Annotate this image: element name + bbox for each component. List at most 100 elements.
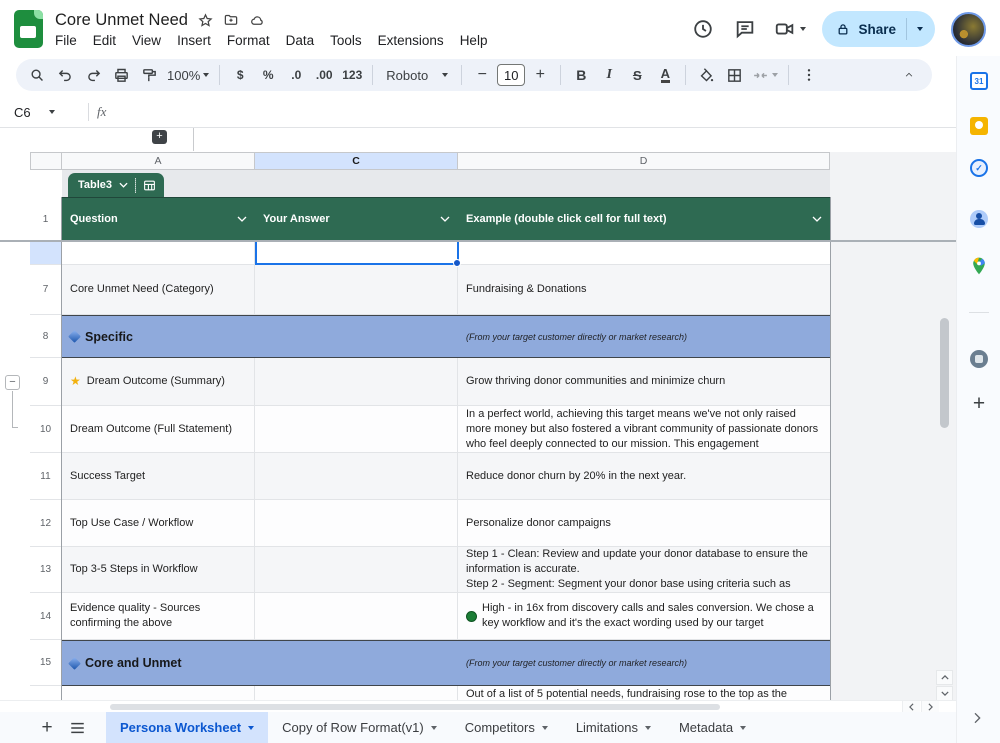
vertical-scrollbar[interactable] [940,318,949,428]
scroll-up-button[interactable] [936,670,953,685]
chevron-down-icon[interactable] [812,216,822,222]
row-header-13[interactable]: 13 [30,547,62,593]
increase-decimals-button[interactable]: .00 [311,62,337,88]
redo-icon[interactable] [80,62,106,88]
font-select[interactable]: Roboto [380,62,454,88]
zoom-select[interactable]: 100% [164,62,212,88]
row-header-14[interactable]: 14 [30,593,62,640]
menu-insert[interactable]: Insert [177,33,211,48]
italic-button[interactable]: I [596,62,622,88]
menu-format[interactable]: Format [227,33,270,48]
chevron-down-icon[interactable] [237,216,247,222]
tab-menu-icon[interactable] [248,726,254,730]
avatar[interactable] [951,12,986,47]
maps-icon[interactable] [969,256,989,276]
version-history-icon[interactable] [690,16,716,42]
tab-metadata[interactable]: Metadata [665,712,760,743]
column-header-c[interactable]: C [255,152,458,170]
row-header-7[interactable]: 7 [30,265,62,315]
table-row-9: ★Dream Outcome (Summary) Grow thriving d… [62,358,830,406]
increase-font-size-button[interactable]: + [527,62,553,88]
menu-view[interactable]: View [132,33,161,48]
decrease-decimals-button[interactable]: .0 [283,62,309,88]
format-currency-button[interactable]: $ [227,62,253,88]
search-icon[interactable] [24,62,50,88]
menu-data[interactable]: Data [286,33,315,48]
horizontal-scrollbar[interactable] [110,704,720,710]
row-header-8[interactable]: 8 [30,315,62,358]
collapse-toolbar-icon[interactable] [896,62,922,88]
cloud-status-icon[interactable] [249,13,266,28]
tab-menu-icon[interactable] [542,726,548,730]
row-header-16[interactable] [30,686,62,700]
bold-button[interactable]: B [568,62,594,88]
decrease-font-size-button[interactable]: − [469,62,495,88]
header-cell-question[interactable]: Question [62,198,255,240]
undo-icon[interactable] [52,62,78,88]
document-title[interactable]: Core Unmet Need [55,11,188,30]
table-row-15-banner[interactable]: Core and Unmet (From your target custome… [62,640,830,686]
menu-extensions[interactable]: Extensions [378,33,444,48]
menu-edit[interactable]: Edit [93,33,116,48]
print-icon[interactable] [108,62,134,88]
table-chip[interactable]: Table3 [68,173,164,197]
row-header-6[interactable] [30,242,62,265]
calendar-icon[interactable]: 31 [969,71,989,91]
text-color-button[interactable]: A [661,67,670,83]
all-sheets-icon[interactable] [62,722,92,734]
sheets-logo[interactable] [14,10,43,48]
menu-file[interactable]: File [55,33,77,48]
select-all-corner[interactable] [30,152,62,170]
move-folder-icon[interactable] [223,13,239,28]
menu-help[interactable]: Help [460,33,488,48]
format-percent-button[interactable]: % [255,62,281,88]
formula-input[interactable] [106,97,956,127]
add-column-button[interactable]: + [152,130,167,144]
contacts-icon[interactable] [969,209,989,229]
fill-handle[interactable] [453,259,461,267]
addon-icon[interactable] [969,349,989,369]
star-icon[interactable] [198,13,213,28]
tab-menu-icon[interactable] [431,726,437,730]
tab-competitors[interactable]: Competitors [451,712,562,743]
tab-copy-of-row-format[interactable]: Copy of Row Format(v1) [268,712,451,743]
menu-tools[interactable]: Tools [330,33,362,48]
add-sheet-button[interactable]: + [32,717,62,739]
share-dropdown-icon[interactable] [917,27,923,31]
frozen-row-divider[interactable] [0,240,956,242]
comments-icon[interactable] [732,16,758,42]
row-header-11[interactable]: 11 [30,453,62,500]
tab-persona-worksheet[interactable]: Persona Worksheet [106,712,268,743]
chevron-down-icon[interactable] [440,216,450,222]
strikethrough-button[interactable]: S [624,62,650,88]
tab-menu-icon[interactable] [645,726,651,730]
share-button[interactable]: Share [822,11,935,47]
get-addons-button[interactable]: + [967,392,991,416]
row-header-1[interactable]: 1 [30,197,62,242]
more-formats-button[interactable]: 123 [339,62,365,88]
row-header-12[interactable]: 12 [30,500,62,547]
borders-icon[interactable] [721,62,747,88]
more-toolbar-icon[interactable] [796,62,822,88]
header-cell-your-answer[interactable]: Your Answer [255,198,458,240]
column-header-a[interactable]: A [62,152,255,170]
font-size-input[interactable]: 10 [497,64,525,86]
header-cell-example[interactable]: Example (double click cell for full text… [458,198,830,240]
row-group-collapse-button[interactable]: − [5,375,20,390]
tab-menu-icon[interactable] [740,726,746,730]
keep-icon[interactable] [969,116,989,136]
table-row-8-banner[interactable]: Specific (From your target customer dire… [62,315,830,358]
hide-side-panel-icon[interactable] [969,710,985,726]
name-box[interactable]: C6 [0,105,80,120]
paint-format-icon[interactable] [136,62,162,88]
join-call-button[interactable] [774,18,806,40]
row-header-10[interactable]: 10 [30,406,62,453]
column-header-d[interactable]: D [458,152,830,170]
tab-limitations[interactable]: Limitations [562,712,665,743]
row-header-9[interactable]: 9 [30,358,62,406]
tasks-icon[interactable]: ✓ [969,158,989,178]
name-box-dropdown-icon[interactable] [49,110,55,114]
fill-color-icon[interactable] [693,62,719,88]
scroll-down-button[interactable] [936,686,953,700]
row-header-15[interactable]: 15 [30,640,62,686]
